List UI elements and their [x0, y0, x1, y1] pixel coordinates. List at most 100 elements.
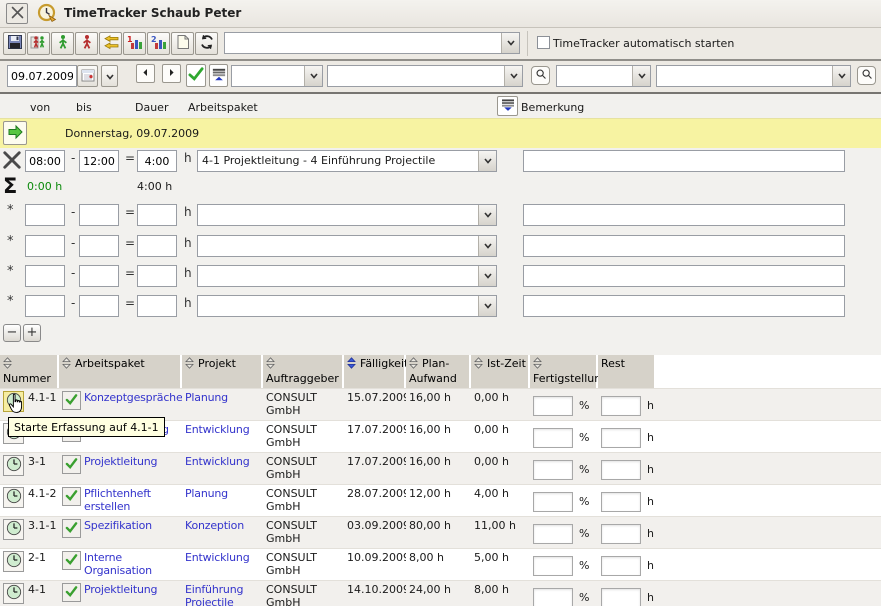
bemerkung-input[interactable]: [523, 204, 845, 226]
done-check-button[interactable]: [62, 487, 81, 506]
start-tracking-button[interactable]: [3, 487, 24, 508]
close-button[interactable]: [6, 3, 28, 24]
header-ist-zeit[interactable]: Ist-Zeit: [471, 355, 530, 388]
confirm-button[interactable]: [186, 64, 206, 87]
fertigstellung-input[interactable]: [533, 492, 573, 512]
start-tracking-button[interactable]: [3, 551, 24, 572]
search-button-2[interactable]: [857, 66, 876, 85]
save-button[interactable]: [3, 32, 26, 55]
start-tracking-button[interactable]: [3, 455, 24, 476]
filter-combobox-1[interactable]: [231, 65, 323, 87]
done-check-button[interactable]: [62, 519, 81, 538]
von-input[interactable]: [25, 204, 65, 226]
fertigstellung-input[interactable]: [533, 396, 573, 416]
person-green-button[interactable]: [51, 32, 74, 55]
bis-input[interactable]: [79, 204, 119, 226]
bemerkung-expand-button[interactable]: [497, 96, 518, 116]
calendar-button[interactable]: [77, 65, 98, 87]
report2-chart-button[interactable]: 2: [147, 32, 170, 55]
rest-input[interactable]: [601, 428, 641, 448]
date-dropdown-button[interactable]: [101, 65, 118, 87]
dauer-input[interactable]: [137, 235, 177, 257]
header-rest[interactable]: Rest: [598, 355, 656, 388]
von-input[interactable]: [25, 295, 65, 317]
done-check-button[interactable]: [62, 551, 81, 570]
next-day-button[interactable]: [162, 64, 181, 83]
fertigstellung-input[interactable]: [533, 556, 573, 576]
add-row-button[interactable]: +: [23, 324, 41, 342]
delete-entry-icon[interactable]: [2, 150, 22, 173]
arbeitspaket-link[interactable]: Spezifikation: [84, 519, 152, 532]
search-button-1[interactable]: [531, 66, 550, 85]
header-plan-aufwand[interactable]: Plan-Aufwand: [406, 355, 471, 388]
rest-input[interactable]: [601, 556, 641, 576]
new-document-button[interactable]: [171, 32, 194, 55]
fertigstellung-input[interactable]: [533, 588, 573, 606]
bemerkung-input[interactable]: [523, 150, 845, 172]
arbeitspaket-link[interactable]: Interne Organisation: [84, 551, 180, 577]
arbeitspaket-combobox[interactable]: [197, 235, 497, 257]
remove-row-button[interactable]: −: [3, 324, 21, 342]
fertigstellung-input[interactable]: [533, 460, 573, 480]
arbeitspaket-combobox[interactable]: [197, 295, 497, 317]
arbeitspaket-combobox[interactable]: 4-1 Projektleitung - 4 Einführung Projec…: [197, 150, 497, 172]
yellow-arrows-button[interactable]: [99, 32, 122, 55]
bis-input[interactable]: [79, 235, 119, 257]
fertigstellung-input[interactable]: [533, 428, 573, 448]
header-fertigstellung[interactable]: Fertigstellung: [530, 355, 598, 388]
projekt-link[interactable]: Entwicklung: [185, 551, 250, 564]
rest-input[interactable]: [601, 524, 641, 544]
person-red-button[interactable]: [75, 32, 98, 55]
start-tracking-button[interactable]: [3, 583, 24, 604]
person-transfer-button[interactable]: [27, 32, 50, 55]
refresh-button[interactable]: [195, 32, 218, 55]
projekt-link[interactable]: Planung: [185, 391, 228, 404]
dauer-input[interactable]: [137, 295, 177, 317]
rest-input[interactable]: [601, 460, 641, 480]
header-nummer[interactable]: Nummer: [0, 355, 59, 388]
dauer-input[interactable]: [137, 204, 177, 226]
header-auftraggeber[interactable]: Auftraggeber: [263, 355, 344, 388]
filter-combobox-3[interactable]: [556, 65, 651, 87]
von-input[interactable]: [25, 150, 65, 172]
autostart-checkbox[interactable]: [537, 36, 550, 49]
filter-combobox-4[interactable]: [656, 65, 851, 87]
bis-input[interactable]: [79, 295, 119, 317]
arbeitspaket-link[interactable]: Projektleitung: [84, 455, 157, 468]
projekt-link[interactable]: Einführung Projectile: [185, 583, 262, 606]
date-input[interactable]: [7, 65, 77, 87]
bis-input[interactable]: [79, 150, 119, 172]
fertigstellung-input[interactable]: [533, 524, 573, 544]
arbeitspaket-link[interactable]: Pflichtenheft erstellen: [84, 487, 180, 513]
bemerkung-input[interactable]: [523, 265, 845, 287]
header-faelligkeit[interactable]: Fälligkeit: [344, 355, 406, 388]
projekt-link[interactable]: Konzeption: [185, 519, 244, 532]
projekt-link[interactable]: Entwicklung: [185, 423, 250, 436]
bemerkung-input[interactable]: [523, 295, 845, 317]
done-check-button[interactable]: [62, 583, 81, 602]
bemerkung-input[interactable]: [523, 235, 845, 257]
projekt-link[interactable]: Planung: [185, 487, 228, 500]
rest-input[interactable]: [601, 396, 641, 416]
start-tracking-button[interactable]: [3, 519, 24, 540]
done-check-button[interactable]: [62, 455, 81, 474]
header-arbeitspaket[interactable]: Arbeitspaket: [59, 355, 182, 388]
arbeitspaket-combobox[interactable]: [197, 265, 497, 287]
done-check-button[interactable]: [62, 391, 81, 410]
toolbar-search-combobox[interactable]: [224, 32, 520, 54]
bis-input[interactable]: [79, 265, 119, 287]
arbeitspaket-link[interactable]: Konzeptgespräche: [84, 391, 180, 404]
von-input[interactable]: [25, 265, 65, 287]
arbeitspaket-combobox[interactable]: [197, 204, 497, 226]
dauer-input[interactable]: [137, 150, 177, 172]
von-input[interactable]: [25, 235, 65, 257]
start-day-button[interactable]: [3, 121, 27, 145]
previous-day-button[interactable]: [136, 64, 155, 83]
dauer-input[interactable]: [137, 265, 177, 287]
projekt-link[interactable]: Entwicklung: [185, 455, 250, 468]
rest-input[interactable]: [601, 492, 641, 512]
header-projekt[interactable]: Projekt: [182, 355, 263, 388]
report1-chart-button[interactable]: 1: [123, 32, 146, 55]
arbeitspaket-link[interactable]: Projektleitung: [84, 583, 157, 596]
filter-combobox-2[interactable]: [327, 65, 523, 87]
